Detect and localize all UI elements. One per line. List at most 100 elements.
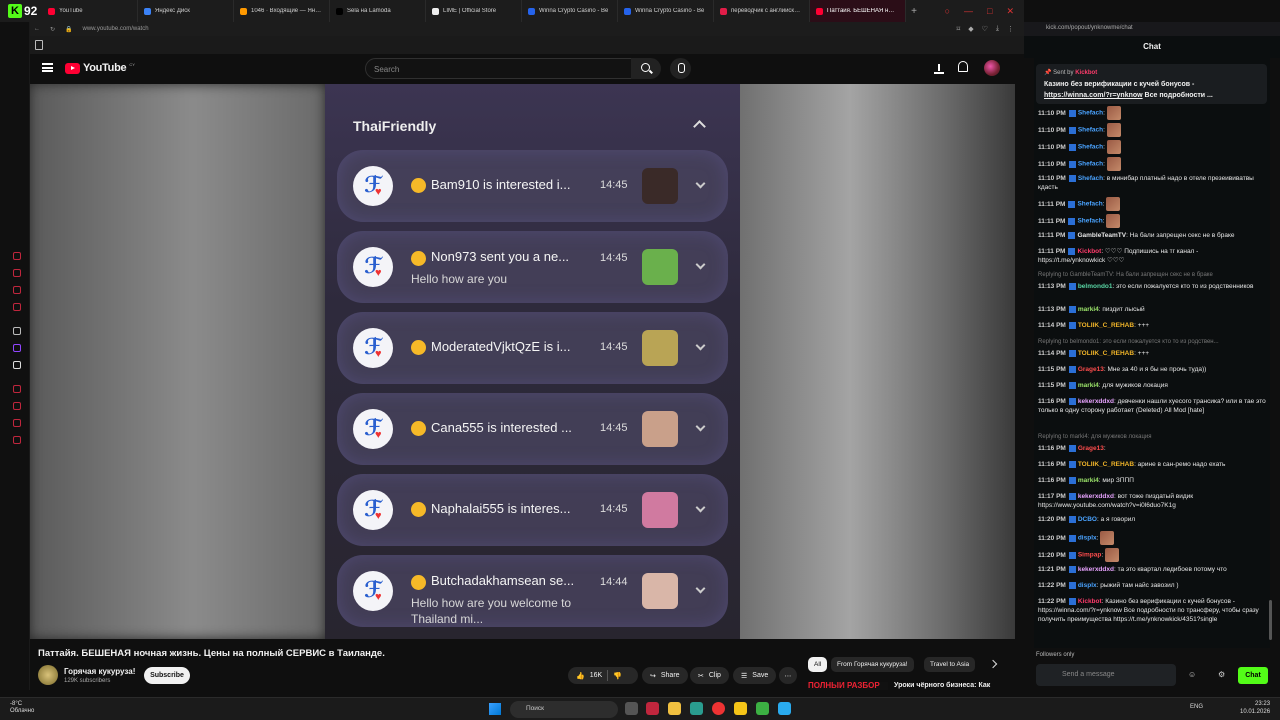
message-username[interactable]: Shefach (1078, 127, 1103, 134)
send-chat-button[interactable]: Chat (1238, 667, 1268, 684)
pinned-link[interactable]: https://winna.com/?r=ynknow (1044, 92, 1143, 99)
message-username[interactable]: kekerxddxd (1078, 493, 1114, 500)
chat-message[interactable]: 11:11 PM Shefach: (1038, 214, 1266, 228)
bookmark-page-icon[interactable] (35, 40, 43, 50)
like-icon[interactable]: 👍 (576, 672, 585, 680)
sidebar-app-icon[interactable] (13, 385, 21, 393)
notifications-bell-icon[interactable] (958, 61, 968, 72)
chat-message[interactable]: 11:16 PM Grage13: (1038, 444, 1266, 453)
yandex-browser-icon[interactable] (712, 702, 725, 715)
app-icon[interactable] (756, 702, 769, 715)
opera-browser-icon[interactable] (646, 702, 659, 715)
microphone-icon[interactable] (670, 58, 691, 79)
chat-message-list[interactable]: 11:10 PM Shefach: 11:10 PM Shefach: 11:10 … (1034, 58, 1270, 648)
message-username[interactable]: marki4 (1078, 306, 1099, 313)
chat-message[interactable]: 11:13 PM marki4: пиздит лысый (1038, 305, 1266, 314)
browser-tab[interactable]: LIME | Official Store (426, 0, 522, 22)
message-username[interactable]: marki4 (1078, 477, 1099, 484)
settings-gear-icon[interactable]: ⚙ (1218, 670, 1225, 679)
sidebar-app-icon[interactable] (13, 436, 21, 444)
dislike-icon[interactable]: 👎 (613, 672, 622, 680)
app-icon[interactable] (690, 702, 703, 715)
message-username[interactable]: Shefach (1078, 161, 1103, 168)
message-username[interactable]: TOLIIK_C_REHAB (1078, 461, 1134, 468)
browser-tab[interactable]: переводчик с английско… (714, 0, 810, 22)
browser-tab[interactable]: Паттайя. БЕШЕНАЯ н… (810, 0, 906, 22)
pinned-message[interactable]: 📌 Sent by Kickbot Казино без верификации… (1036, 64, 1267, 104)
message-username[interactable]: kekerxddxd (1078, 566, 1114, 573)
chip-from-channel[interactable]: From Горячая кукуруза! (831, 657, 914, 672)
chip-all[interactable]: All (808, 657, 828, 672)
save-button[interactable]: ☰ Save (733, 667, 777, 684)
twitch-icon[interactable] (13, 344, 21, 352)
browser-tab[interactable]: Winna Crypto Casino - Be (618, 0, 714, 22)
chat-message[interactable]: 11:14 PM TOLIIK_C_REHAB: +++ (1038, 321, 1266, 330)
close-icon[interactable]: ✕ (1006, 6, 1014, 17)
browser-tab[interactable]: 1046 · Входящие — Янд… (234, 0, 330, 22)
message-username[interactable]: DCBO (1078, 516, 1097, 523)
file-explorer-icon[interactable] (668, 702, 681, 715)
chat-message[interactable]: 11:20 PM Simpap: (1038, 548, 1266, 562)
task-view-icon[interactable] (625, 702, 638, 715)
search-icon[interactable] (631, 58, 661, 79)
chat-message[interactable]: 11:10 PM Shefach: в минибар платный надо … (1038, 174, 1266, 192)
message-username[interactable]: Kickbot (1077, 248, 1101, 255)
more-actions-icon[interactable]: ⋯ (779, 667, 797, 684)
chat-message[interactable]: 11:11 PM Shefach: (1038, 197, 1266, 211)
browser-tab[interactable]: Sela на Lamoda (330, 0, 426, 22)
new-tab-icon[interactable]: + (906, 6, 922, 17)
sidebar-app-icon[interactable] (13, 286, 21, 294)
subscribe-button[interactable]: Subscribe (144, 667, 190, 684)
taskbar-search-input[interactable]: Поиск (510, 701, 618, 718)
chat-message[interactable]: 11:11 PM GambleTeamTV: На бали запрещен с… (1038, 231, 1266, 240)
chevron-right-icon[interactable] (988, 659, 998, 669)
search-input[interactable]: Search (365, 58, 633, 79)
message-username[interactable]: Shefach (1078, 144, 1103, 151)
chat-popout-url[interactable]: kick.com/popout/ynknowme/chat (1024, 22, 1280, 36)
share-button[interactable]: ↪ Share (642, 667, 688, 684)
message-username[interactable]: displx (1078, 582, 1097, 589)
chat-message[interactable]: 11:14 PM TOLIIK_C_REHAB: +++ (1038, 349, 1266, 358)
sidebar-app-icon[interactable] (13, 419, 21, 427)
message-username[interactable]: Grage13 (1078, 445, 1104, 452)
chat-message[interactable]: 11:10 PM Shefach: (1038, 106, 1266, 120)
chat-message[interactable]: 11:17 PM kekerxddxd: вот тоже пиздатый ви… (1038, 492, 1266, 510)
extension-icon[interactable]: ◆ (968, 25, 973, 33)
system-tray-language[interactable]: ENG (1190, 704, 1203, 710)
chat-scrollbar[interactable] (1269, 600, 1272, 640)
message-username[interactable]: GambleTeamTV (1077, 232, 1126, 239)
browser-tab[interactable]: Яндекс Диск (138, 0, 234, 22)
download-icon[interactable]: ⤓ (996, 25, 999, 33)
x-icon[interactable] (13, 361, 21, 369)
system-clock[interactable]: 23:23 10.01.2026 (1240, 700, 1270, 716)
search-tabs-icon[interactable]: ○ (945, 6, 950, 17)
recommended-video-title[interactable]: Уроки чёрного бизнеса: Как (894, 682, 990, 689)
chip-travel-to-asia[interactable]: Travel to Asia (924, 657, 976, 672)
browser-logo[interactable]: K 92 (0, 0, 42, 22)
heart-icon[interactable]: ♡ (982, 25, 988, 33)
chat-message[interactable]: 11:15 PM Grage13: Мне за 40 и я бы не про… (1038, 365, 1266, 374)
message-username[interactable]: marki4 (1078, 382, 1099, 389)
youtube-logo[interactable]: YouTube CY (65, 62, 135, 74)
message-username[interactable]: TOLIIK_C_REHAB (1078, 322, 1134, 329)
message-username[interactable]: Kickbot (1078, 598, 1102, 605)
channel-name[interactable]: Горячая кукуруза! (64, 667, 135, 676)
upload-icon[interactable] (934, 62, 944, 74)
video-player[interactable]: ThaiFriendly Bam910 is interested i... 14… (30, 84, 1015, 639)
browser-tab[interactable]: YouTube (42, 0, 138, 22)
browser-tab[interactable]: Winna Crypto Casino - Be (522, 0, 618, 22)
app-icon[interactable] (734, 702, 747, 715)
telegram-icon[interactable] (778, 702, 791, 715)
chat-message[interactable]: 11:10 PM Shefach: (1038, 157, 1266, 171)
chat-message-input[interactable]: Send a message (1036, 664, 1176, 686)
chat-message[interactable]: 11:10 PM Shefach: (1038, 140, 1266, 154)
sidebar-app-icon[interactable] (13, 303, 21, 311)
message-username[interactable]: Grage13 (1078, 366, 1104, 373)
message-username[interactable]: displx (1078, 535, 1097, 542)
windows-start-icon[interactable] (489, 703, 501, 715)
message-username[interactable]: kekerxddxd (1078, 398, 1114, 405)
chat-message[interactable]: 11:16 PM TOLIIK_C_REHAB: арине в сан-ремо… (1038, 460, 1266, 469)
user-avatar[interactable] (984, 60, 1000, 76)
url-field[interactable]: www.youtube.com/watch (83, 26, 149, 32)
chat-message[interactable]: 11:22 PM Kickbot: Казино без верификации … (1038, 597, 1266, 624)
